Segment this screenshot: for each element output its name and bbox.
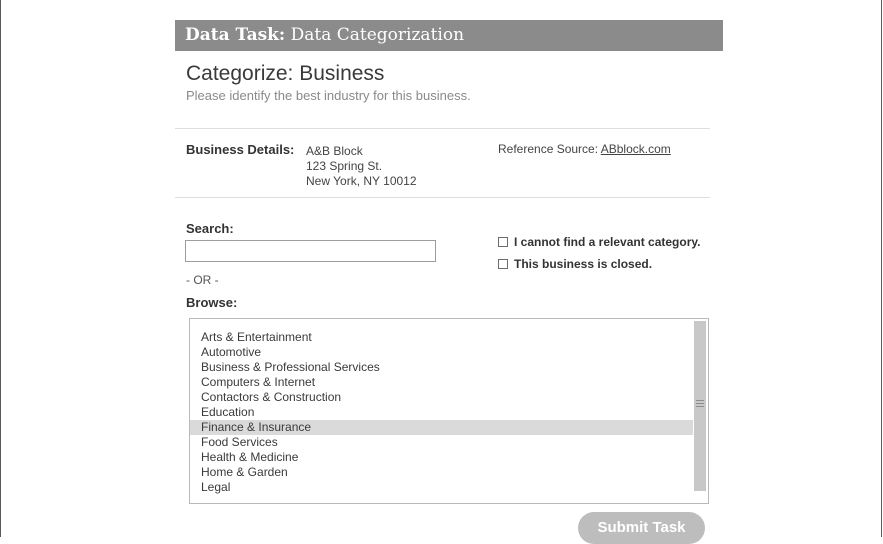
business-street: 123 Spring St. (306, 159, 383, 173)
category-item[interactable]: Legal (190, 480, 693, 495)
category-item[interactable]: Arts & Entertainment (190, 330, 693, 345)
business-name: A&B Block (306, 144, 363, 158)
business-address: A&B Block 123 Spring St. New York, NY 10… (306, 144, 417, 189)
window-border-left (0, 0, 1, 537)
no-category-option[interactable]: I cannot find a relevant category. (498, 234, 701, 250)
reference-source: Reference Source: ABblock.com (498, 142, 671, 156)
business-details-label: Business Details: (186, 142, 295, 157)
no-category-checkbox[interactable] (498, 237, 508, 247)
task-card: Data Task: Data Categorization Categoriz… (175, 20, 723, 544)
task-header-title: Data Categorization (285, 25, 465, 45)
category-listbox[interactable]: Arts & Entertainment Automotive Business… (189, 318, 709, 504)
scrollbar-grip-icon (696, 400, 704, 401)
category-item[interactable]: Health & Medicine (190, 450, 693, 465)
category-item[interactable]: Finance & Insurance (190, 420, 693, 435)
category-item[interactable]: Home & Garden (190, 465, 693, 480)
category-item[interactable]: Business & Professional Services (190, 360, 693, 375)
listbox-scrollbar[interactable] (694, 321, 706, 491)
category-item[interactable]: Automotive (190, 345, 693, 360)
business-closed-checkbox[interactable] (498, 259, 508, 269)
business-closed-option[interactable]: This business is closed. (498, 256, 652, 272)
category-item[interactable]: Food Services (190, 435, 693, 450)
no-category-label: I cannot find a relevant category. (514, 235, 701, 249)
task-header-label: Data Task: (185, 25, 286, 45)
search-label: Search: (186, 221, 234, 236)
task-header: Data Task: Data Categorization (175, 20, 723, 51)
submit-task-button[interactable]: Submit Task (578, 512, 705, 544)
page-subtitle: Please identify the best industry for th… (186, 88, 471, 103)
browse-label: Browse: (186, 295, 238, 310)
window-border-right (881, 0, 882, 537)
reference-source-label: Reference Source: (498, 142, 601, 156)
divider (175, 128, 710, 129)
category-list: Arts & Entertainment Automotive Business… (190, 330, 693, 495)
scrollbar-grip-icon (696, 406, 704, 407)
divider (175, 197, 710, 198)
search-input[interactable] (185, 240, 436, 262)
business-closed-label: This business is closed. (514, 257, 653, 271)
category-item[interactable]: Computers & Internet (190, 375, 693, 390)
page-title: Categorize: Business (186, 62, 385, 85)
reference-source-link[interactable]: ABblock.com (601, 142, 671, 156)
or-separator: - OR - (186, 273, 219, 287)
category-item[interactable]: Contactors & Construction (190, 390, 693, 405)
category-item[interactable]: Education (190, 405, 693, 420)
business-city: New York, NY 10012 (306, 174, 417, 188)
scrollbar-grip-icon (696, 403, 704, 404)
